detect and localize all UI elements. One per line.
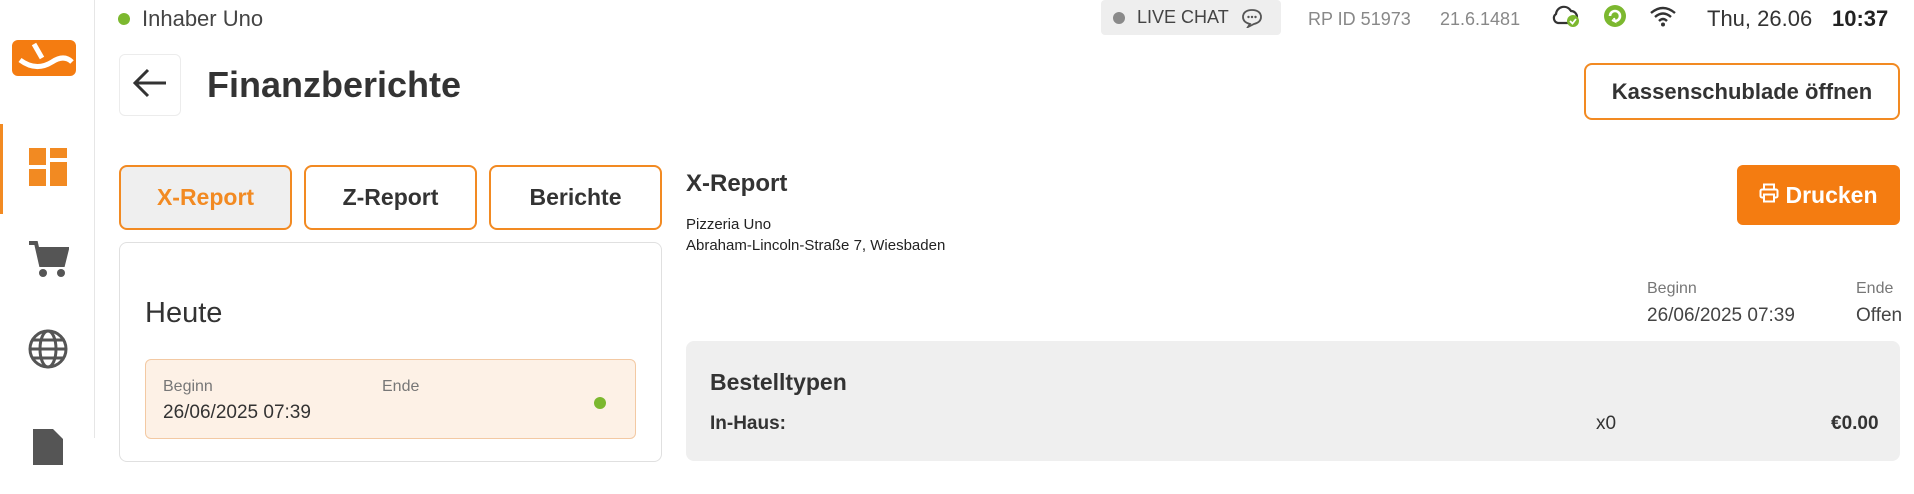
- live-chat-status-dot: [1113, 11, 1125, 24]
- business-address: Abraham-Lincoln-Straße 7, Wiesbaden: [686, 237, 946, 254]
- live-chat-label: LIVE CHAT: [1137, 7, 1229, 27]
- user-status: Inhaber Uno: [118, 6, 263, 32]
- order-types-title: Bestelltypen: [710, 369, 847, 395]
- order-type-amount: €0.00: [1831, 413, 1879, 434]
- live-chat-button[interactable]: LIVE CHAT: [1101, 0, 1281, 35]
- globe-icon: [27, 328, 69, 375]
- sidebar: [0, 0, 95, 465]
- tab-z-report[interactable]: Z-Report: [304, 165, 477, 230]
- online-indicator: [118, 13, 130, 25]
- dashboard-icon: [28, 147, 67, 191]
- page-title: Finanzberichte: [207, 64, 462, 105]
- tab-reports[interactable]: Berichte: [489, 165, 662, 230]
- user-name: Inhaber Uno: [142, 6, 264, 31]
- system-icons: [1551, 4, 1677, 33]
- sidebar-item-dashboard[interactable]: [0, 124, 95, 214]
- sidebar-item-cart[interactable]: [0, 216, 95, 306]
- wifi-icon: [1649, 5, 1677, 32]
- sidebar-item-globe[interactable]: [0, 306, 95, 396]
- report-end-value: Offen: [1856, 305, 1903, 326]
- business-name: Pizzeria Uno: [686, 216, 772, 233]
- sidebar-item-document[interactable]: [0, 404, 95, 494]
- print-label: Drucken: [1785, 181, 1878, 208]
- order-type-count: x0: [1596, 413, 1617, 434]
- status-bar: Inhaber Uno LIVE CHAT RP ID 51973 21.6.1…: [95, 0, 1914, 36]
- cloud-sync-icon: [1551, 4, 1581, 33]
- open-cash-drawer-button[interactable]: Kassenschublade öffnen: [1584, 63, 1900, 120]
- arrow-left-icon: [132, 67, 168, 104]
- period-end-label: Ende: [382, 378, 420, 395]
- rp-id: RP ID 51973: [1308, 9, 1411, 29]
- report-begin-label: Beginn: [1647, 280, 1697, 297]
- cart-icon: [27, 239, 70, 284]
- order-type-label: In-Haus:: [710, 413, 786, 434]
- tab-x-report[interactable]: X-Report: [119, 165, 292, 230]
- card-title: Heute: [145, 297, 223, 329]
- app-version: 21.6.1481: [1440, 9, 1521, 29]
- printer-icon: [1759, 182, 1779, 209]
- order-types-section: Bestelltypen In-Haus: x0 €0.00: [686, 341, 1900, 461]
- period-card: Heute Beginn 26/06/2025 07:39 Ende: [119, 242, 662, 462]
- print-button[interactable]: Drucken: [1737, 165, 1900, 225]
- report-end-label: Ende: [1856, 280, 1894, 297]
- back-button[interactable]: [119, 54, 181, 116]
- document-icon: [31, 427, 65, 472]
- app-logo: [12, 40, 76, 76]
- chat-bubble-icon: [1241, 8, 1263, 28]
- period-item[interactable]: Beginn 26/06/2025 07:39 Ende: [145, 359, 636, 439]
- period-open-indicator: [594, 397, 606, 409]
- current-time: 10:37: [1832, 6, 1889, 31]
- current-date: Thu, 26.06: [1707, 6, 1813, 31]
- period-begin-label: Beginn: [163, 378, 213, 395]
- report-begin-value: 26/06/2025 07:39: [1647, 305, 1795, 326]
- report-title: X-Report: [686, 170, 788, 197]
- refresh-icon: [1603, 4, 1627, 33]
- period-begin-value: 26/06/2025 07:39: [163, 402, 311, 423]
